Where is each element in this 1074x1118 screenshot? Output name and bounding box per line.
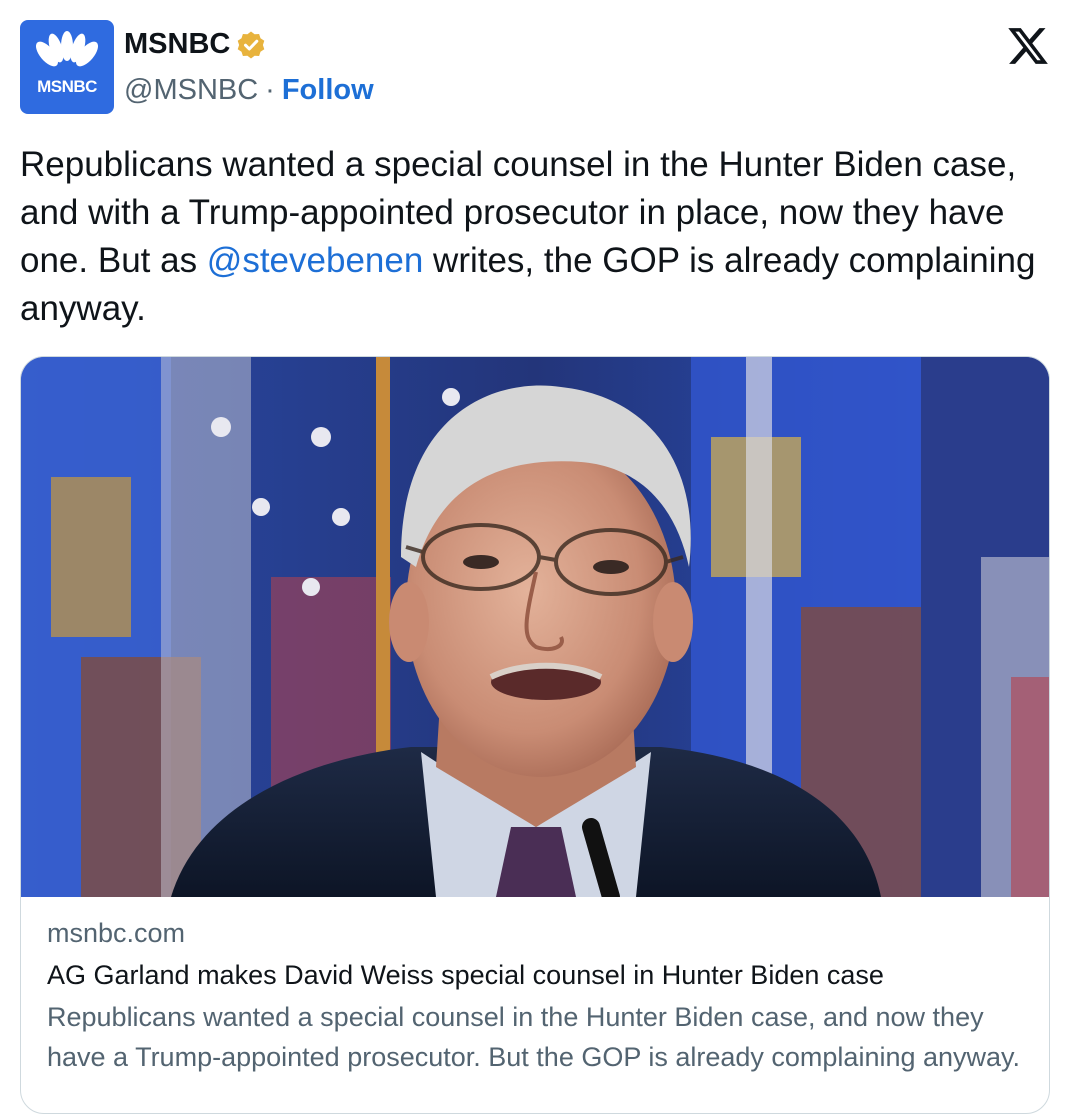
avatar[interactable]: MSNBC <box>20 20 114 114</box>
card-description: Republicans wanted a special counsel in … <box>47 1002 1021 1072</box>
tweet-body: Republicans wanted a special counsel in … <box>20 141 1056 333</box>
separator-dot: · <box>265 74 275 106</box>
peacock-logo-icon <box>20 31 114 76</box>
account-name[interactable]: MSNBC <box>124 28 230 61</box>
account-name-row: MSNBC <box>124 28 266 61</box>
account-handle[interactable]: @MSNBC <box>124 74 258 107</box>
handle-row: @MSNBC · Follow <box>124 74 374 107</box>
article-photo[interactable] <box>21 357 1049 897</box>
link-preview-card[interactable]: msnbc.com AG Garland makes David Weiss s… <box>20 356 1050 1114</box>
x-logo-icon[interactable] <box>1006 24 1050 68</box>
card-domain: msnbc.com <box>47 918 186 948</box>
verified-badge-icon <box>238 31 265 58</box>
mention-link[interactable]: @stevebenen <box>207 241 424 280</box>
card-title[interactable]: AG Garland makes David Weiss special cou… <box>47 953 1023 997</box>
tweet-header: MSNBC MSNBC @MSNBC · Follow <box>20 20 1054 116</box>
avatar-label: MSNBC <box>37 77 97 96</box>
card-meta: msnbc.com AG Garland makes David Weiss s… <box>47 913 1023 1077</box>
follow-button[interactable]: Follow <box>282 74 374 107</box>
article-photo-illustration <box>21 357 1049 897</box>
